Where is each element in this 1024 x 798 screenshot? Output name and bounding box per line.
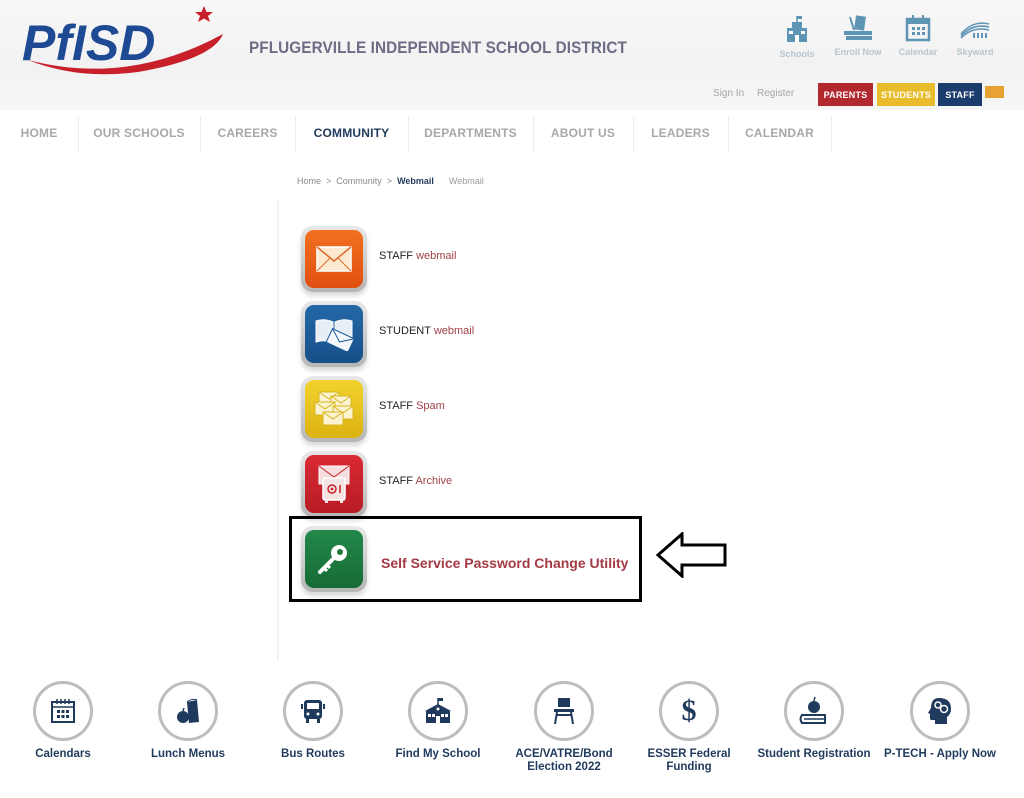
quicklink-lunch-menus[interactable]: Lunch Menus	[128, 681, 248, 761]
quick-label: Enroll Now	[834, 47, 882, 57]
sidebar-divider	[277, 200, 279, 660]
bus-icon	[301, 700, 325, 723]
svg-text:PfISD: PfISD	[22, 15, 155, 71]
quicklink-bond-election[interactable]: ACE/VATRE/Bond Election 2022	[504, 681, 624, 774]
staff-webmail-label: STAFF webmail	[379, 250, 457, 262]
quick-enroll-now[interactable]: Enroll Now	[828, 14, 888, 57]
nav-divider	[831, 116, 832, 152]
student-webmail-link[interactable]: webmail	[434, 325, 474, 337]
students-button[interactable]: STUDENTS	[877, 83, 935, 106]
envelope-safe-icon	[318, 465, 350, 503]
staff-webmail-link[interactable]: webmail	[416, 250, 456, 262]
staff-spam-tile[interactable]	[301, 376, 367, 442]
nav-about-us[interactable]: ABOUT US	[533, 110, 633, 155]
site-header: PfISD PFLUGERVILLE INDEPENDENT SCHOOL DI…	[0, 0, 1024, 110]
quicklink-label: Lunch Menus	[150, 748, 226, 760]
nav-careers[interactable]: CAREERS	[200, 110, 295, 155]
pfisd-logo[interactable]: PfISD	[18, 4, 233, 80]
quicklink-ptech[interactable]: P-TECH - Apply Now	[880, 681, 1000, 761]
password-utility-tile[interactable]	[301, 526, 367, 592]
quicklink-label: Student Registration	[757, 748, 871, 760]
calendar-icon	[51, 699, 75, 723]
apple-book-icon	[799, 696, 826, 724]
staff-webmail-tile[interactable]	[301, 226, 367, 292]
book-envelope-icon	[315, 319, 354, 351]
key-icon	[318, 545, 347, 574]
quick-skyward[interactable]: Skyward	[945, 14, 1005, 57]
quick-label: Skyward	[956, 47, 994, 57]
staff-archive-tile[interactable]	[301, 451, 367, 517]
school-building-icon	[787, 16, 807, 42]
quick-schools[interactable]: Schools	[767, 16, 827, 59]
quick-calendar[interactable]: Calendar	[888, 14, 948, 57]
breadcrumb: Home > Community > Webmail Webmail	[297, 176, 484, 186]
quicklink-bus-routes[interactable]: Bus Routes	[253, 681, 373, 761]
staff-archive-label: STAFF Archive	[379, 475, 453, 487]
staff-spam-link[interactable]: Spam	[416, 400, 445, 412]
quicklink-calendars[interactable]: Calendars	[3, 681, 123, 761]
main-nav: HOME OUR SCHOOLS CAREERS COMMUNITY DEPAR…	[0, 110, 1024, 155]
quick-label: Calendar	[898, 47, 938, 57]
nav-departments[interactable]: DEPARTMENTS	[408, 110, 533, 155]
stacked-envelopes-icon	[314, 391, 354, 426]
staff-archive-link[interactable]: Archive	[415, 475, 452, 487]
quicklink-label: Calendars	[35, 748, 91, 760]
staff-spam-label: STAFF Spam	[379, 400, 445, 412]
skyward-icon	[960, 22, 990, 39]
quicklink-student-registration[interactable]: Student Registration	[754, 681, 874, 761]
password-change-link[interactable]: Self Service Password Change Utility	[381, 555, 628, 571]
breadcrumb-separator: >	[326, 176, 332, 186]
sign-in-link[interactable]: Sign In	[713, 88, 744, 99]
left-arrow-icon	[656, 532, 727, 578]
quick-label: Schools	[779, 49, 815, 59]
breadcrumb-community[interactable]: Community	[336, 176, 382, 186]
extra-audience-button[interactable]	[985, 86, 1004, 98]
breadcrumb-home[interactable]: Home	[297, 176, 321, 186]
register-link[interactable]: Register	[757, 88, 794, 99]
school-icon	[425, 698, 451, 723]
calendar-icon	[905, 15, 931, 42]
nav-leaders[interactable]: LEADERS	[633, 110, 728, 155]
quicklink-label: ACE/VATRE/Bond Election 2022	[515, 748, 613, 773]
parents-button[interactable]: PARENTS	[818, 83, 873, 106]
student-webmail-tile[interactable]	[301, 301, 367, 367]
envelope-icon	[316, 246, 352, 272]
quicklink-label: P-TECH - Apply Now	[883, 748, 996, 760]
breadcrumb-current: Webmail	[397, 176, 434, 186]
district-name: PFLUGERVILLE INDEPENDENT SCHOOL DISTRICT	[249, 38, 627, 57]
lunch-icon	[177, 698, 199, 723]
staff-button[interactable]: STAFF	[938, 83, 982, 106]
dollar-icon: $	[681, 694, 697, 727]
nav-calendar[interactable]: CALENDAR	[728, 110, 831, 155]
nav-home[interactable]: HOME	[0, 110, 78, 155]
quicklink-esser-funding[interactable]: $ ESSER Federal Funding	[629, 681, 749, 774]
quicklink-label: Bus Routes	[281, 748, 345, 760]
desk-icon	[554, 698, 574, 725]
nav-our-schools[interactable]: OUR SCHOOLS	[78, 110, 200, 155]
nav-community[interactable]: COMMUNITY	[295, 110, 408, 155]
quicklink-find-my-school[interactable]: Find My School	[378, 681, 498, 761]
breadcrumb-separator: >	[386, 176, 393, 186]
quicklink-label: ESSER Federal Funding	[647, 748, 731, 773]
page-title: Webmail	[448, 176, 484, 186]
student-webmail-label: STUDENT webmail	[379, 325, 475, 337]
head-gear-icon	[928, 698, 951, 724]
quicklink-label: Find My School	[395, 748, 481, 760]
books-icon	[844, 15, 872, 40]
